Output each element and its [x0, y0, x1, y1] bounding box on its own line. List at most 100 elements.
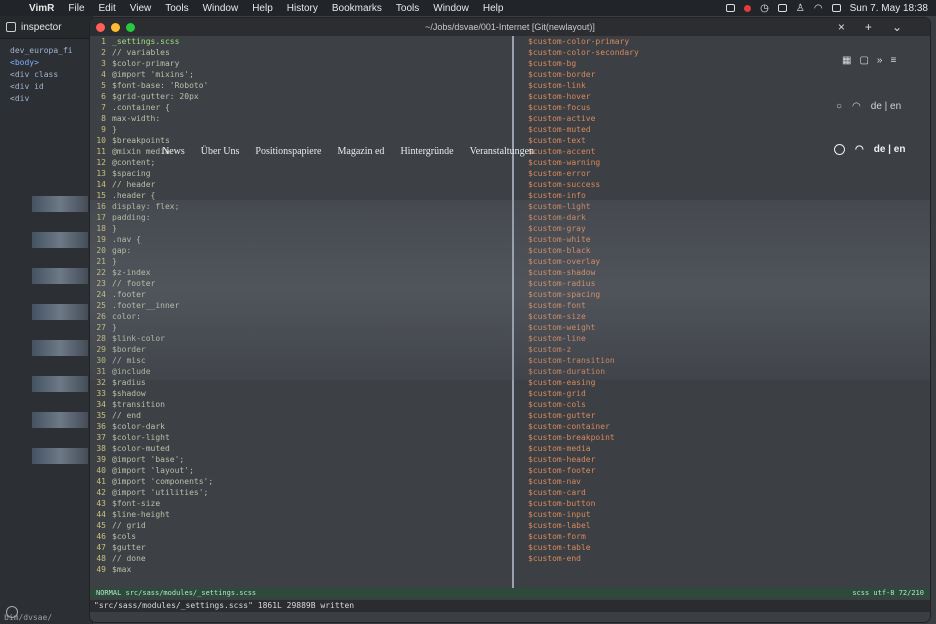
- menu-help-2[interactable]: Help: [476, 3, 511, 14]
- editor-pane-left[interactable]: 1 _settings.scss 2 // variables 3 $color-pr…: [90, 36, 512, 588]
- search-icon[interactable]: ○: [836, 101, 842, 112]
- new-tab-icon[interactable]: +: [865, 20, 872, 34]
- language-switch-ghost[interactable]: de | en: [871, 101, 901, 112]
- code-text: $custom-link: [528, 81, 586, 90]
- language-switch[interactable]: de | en: [874, 144, 906, 155]
- nav-hintergruende[interactable]: Hintergründe: [400, 146, 453, 157]
- menu-file[interactable]: File: [61, 3, 91, 14]
- search-icon[interactable]: [834, 144, 845, 155]
- line-number: 33: [96, 389, 106, 398]
- wifi-icon[interactable]: ◠: [814, 3, 823, 14]
- dom-node[interactable]: <div id: [10, 81, 92, 93]
- code-text: $custom-color-primary: [528, 37, 630, 46]
- code-text: $custom-transition: [528, 356, 615, 365]
- menu-help[interactable]: Help: [245, 3, 280, 14]
- dom-node[interactable]: <div: [10, 93, 92, 105]
- code-text: $color-muted: [112, 444, 170, 453]
- code-line: 45 // grid: [90, 520, 512, 531]
- dom-node[interactable]: <div class: [10, 69, 92, 81]
- rss-icon[interactable]: ◠: [852, 101, 861, 112]
- code-line: $custom-container: [514, 421, 930, 432]
- menu-edit[interactable]: Edit: [92, 3, 123, 14]
- code-text: $custom-header: [528, 455, 596, 464]
- window-layout-icon[interactable]: [777, 4, 787, 12]
- editor-pane-right[interactable]: $custom-color-primary $custom-color-secon…: [514, 36, 930, 588]
- code-line: $custom-black: [514, 245, 930, 256]
- tab-controls: × + ⌄: [838, 20, 902, 34]
- nav-magazin[interactable]: Magazin ed: [338, 146, 385, 157]
- dom-node[interactable]: dev_europa_fi: [10, 45, 92, 57]
- code-line: 10 $breakpoints: [90, 135, 512, 146]
- code-line: $custom-dark: [514, 212, 930, 223]
- nav-ueber-uns[interactable]: Über Uns: [201, 146, 240, 157]
- menu-window[interactable]: Window: [196, 3, 246, 14]
- browser-toolbar-icons: ▦ ▢ » ≡: [842, 55, 896, 66]
- thumbnail[interactable]: [32, 376, 88, 392]
- code-text: $color-light: [112, 433, 170, 442]
- thumbnail[interactable]: [32, 304, 88, 320]
- thumbnail[interactable]: [32, 232, 88, 248]
- nav-veranstaltungen[interactable]: Veranstaltungen: [470, 146, 534, 157]
- code-text: // grid: [112, 521, 146, 530]
- share-icon[interactable]: ▢: [859, 55, 868, 66]
- inspector-window: inspector dev_europa_fi <body> <div clas…: [0, 16, 93, 624]
- code-line: $custom-label: [514, 520, 930, 531]
- code-line: 37 $color-light: [90, 432, 512, 443]
- inspector-footer: bim/dvsae/: [4, 613, 53, 622]
- inspector-tab[interactable]: inspector: [0, 16, 92, 39]
- code-text: // end: [112, 411, 141, 420]
- control-center-icon[interactable]: [831, 4, 841, 12]
- command-line[interactable]: "src/sass/modules/_settings.scss" 1861L …: [90, 600, 930, 612]
- screen-record-icon[interactable]: [726, 4, 736, 12]
- code-text: $custom-end: [528, 554, 581, 563]
- code-line: $custom-header: [514, 454, 930, 465]
- line-number: 14: [96, 180, 106, 189]
- code-text: @import 'mixins';: [112, 70, 194, 79]
- thumbnail[interactable]: [32, 412, 88, 428]
- nav-news[interactable]: News: [162, 146, 185, 157]
- code-line: 44 $line-height: [90, 509, 512, 520]
- menu-tools-2[interactable]: Tools: [389, 3, 426, 14]
- menu-history[interactable]: History: [280, 3, 325, 14]
- menu-tools[interactable]: Tools: [158, 3, 195, 14]
- history-icon[interactable]: ◷: [760, 3, 769, 14]
- thumbnail[interactable]: [32, 448, 88, 464]
- code-line: 18}: [90, 223, 512, 234]
- code-text: $custom-gutter: [528, 411, 596, 420]
- thumbnail[interactable]: [32, 340, 88, 356]
- code-line: 3 $color-primary: [90, 58, 512, 69]
- menu-window-2[interactable]: Window: [426, 3, 476, 14]
- inspector-icon: [6, 22, 16, 32]
- menu-icon[interactable]: ≡: [890, 55, 896, 66]
- code-text: $custom-duration: [528, 367, 606, 376]
- code-line: 35 // end: [90, 410, 512, 421]
- close-tab-icon[interactable]: ×: [838, 20, 845, 34]
- clock[interactable]: Sun 7. May 18:38: [850, 3, 928, 14]
- code-text: // footer: [112, 279, 156, 288]
- code-line: 9 }: [90, 124, 512, 135]
- code-text: // variables: [112, 48, 170, 57]
- code-line: $custom-table: [514, 542, 930, 553]
- overflow-icon[interactable]: »: [877, 55, 883, 66]
- code-line: 2 // variables: [90, 47, 512, 58]
- thumbnail[interactable]: [32, 196, 88, 212]
- extensions-icon[interactable]: ▦: [842, 55, 851, 66]
- code-text: $custom-white: [528, 235, 591, 244]
- dom-tree[interactable]: dev_europa_fi <body> <div class <div id …: [0, 39, 92, 105]
- thumbnail[interactable]: [32, 268, 88, 284]
- record-dot-icon[interactable]: [744, 4, 752, 12]
- menu-bookmarks[interactable]: Bookmarks: [325, 3, 389, 14]
- code-text: $custom-easing: [528, 378, 596, 387]
- code-line: $custom-spacing: [514, 289, 930, 300]
- code-text: @content;: [112, 158, 156, 167]
- menu-view[interactable]: View: [123, 3, 159, 14]
- menu-app[interactable]: VimR: [22, 3, 61, 14]
- code-text: $custom-info: [528, 191, 586, 200]
- rss-icon[interactable]: ◠: [855, 144, 864, 155]
- code-text: .nav {: [112, 235, 141, 244]
- code-line: 5 $font-base: 'Roboto': [90, 80, 512, 91]
- user-icon[interactable]: ♙: [796, 3, 805, 14]
- dom-node[interactable]: <body>: [10, 57, 92, 69]
- chevron-down-icon[interactable]: ⌄: [892, 20, 902, 34]
- nav-positionspapiere[interactable]: Positionspapiere: [255, 146, 321, 157]
